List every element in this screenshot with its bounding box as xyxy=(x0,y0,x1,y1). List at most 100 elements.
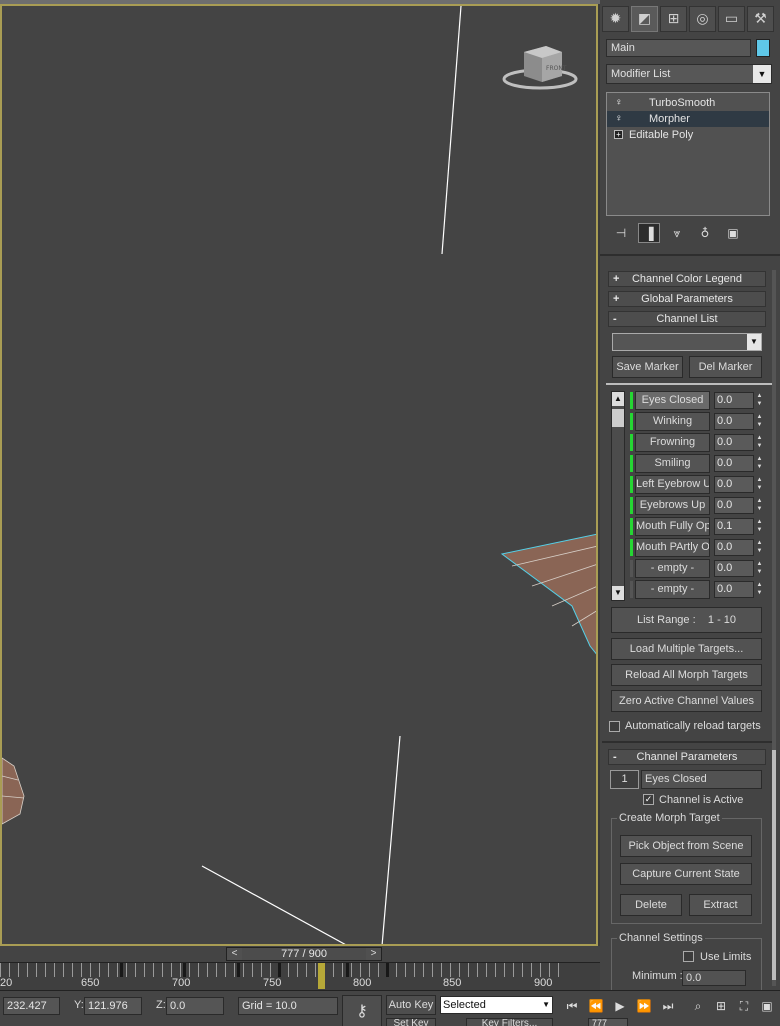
spinner-icon[interactable]: ▲ ▼ xyxy=(755,581,764,598)
del-marker-button[interactable]: Del Marker xyxy=(689,356,762,378)
channel-name-button[interactable]: - empty - xyxy=(635,559,710,578)
spinner-icon[interactable]: ▲ ▼ xyxy=(755,476,764,493)
prev-frame-button[interactable]: < xyxy=(227,948,242,960)
channel-value-field[interactable]: 0.0 xyxy=(714,455,754,472)
spinner-icon[interactable]: ▲ ▼ xyxy=(755,539,764,556)
channel-name-button[interactable]: Left Eyebrow Up xyxy=(635,475,710,494)
channel-name-button[interactable]: Mouth PArtly Open xyxy=(635,538,710,557)
pick-object-from-scene-button[interactable]: Pick Object from Scene xyxy=(620,835,752,857)
motion-tab[interactable]: ◎ xyxy=(689,6,716,32)
spinner-icon[interactable]: ▲ ▼ xyxy=(755,392,764,409)
perspective-viewport[interactable]: FRONT xyxy=(0,4,598,946)
show-end-result-icon[interactable]: ▐ xyxy=(638,223,660,243)
stack-item-morpher[interactable]: ♀ Morpher xyxy=(607,111,769,127)
set-key-button[interactable]: Set Key xyxy=(386,1018,436,1026)
rollout-channel-list[interactable]: - Channel List xyxy=(608,311,766,327)
configure-sets-icon[interactable]: ▣ xyxy=(722,223,744,243)
object-color-swatch[interactable] xyxy=(756,39,770,57)
channel-name-button[interactable]: Eyebrows Up xyxy=(635,496,710,515)
next-frame-button[interactable]: > xyxy=(366,948,381,960)
rollout-channel-color-legend[interactable]: + Channel Color Legend xyxy=(608,271,766,287)
use-limits-checkbox[interactable] xyxy=(683,951,694,962)
channel-list-scrollbar[interactable]: ▲ ▼ xyxy=(611,391,625,601)
lightbulb-icon[interactable]: ♀ xyxy=(615,97,624,109)
time-slider-frame[interactable]: 777 / 900 xyxy=(242,948,366,960)
zoom-extents-icon[interactable]: ⛶ xyxy=(734,997,754,1015)
keyframe-marker[interactable] xyxy=(120,963,123,977)
channel-value-field[interactable]: 0.0 xyxy=(714,413,754,430)
key-filters-button[interactable]: Key Filters... xyxy=(466,1018,553,1026)
create-tab[interactable]: ✹ xyxy=(602,6,629,32)
spinner-icon[interactable]: ▲ ▼ xyxy=(755,497,764,514)
track-bar[interactable]: 20 650 700 750 800 850 900 xyxy=(0,962,600,990)
time-slider[interactable]: < 777 / 900 > xyxy=(226,947,382,961)
marker-dropdown[interactable]: ▼ xyxy=(612,333,762,351)
previous-frame-icon[interactable]: ⏪ xyxy=(586,997,606,1015)
channel-name-button[interactable]: Eyes Closed xyxy=(635,391,710,410)
spinner-icon[interactable]: ▲ ▼ xyxy=(755,413,764,430)
channel-name-button[interactable]: Winking xyxy=(635,412,710,431)
keyframe-marker[interactable] xyxy=(278,963,281,977)
keyframe-marker[interactable] xyxy=(346,963,349,977)
scroll-down-icon[interactable]: ▼ xyxy=(612,586,624,600)
rollout-global-parameters[interactable]: + Global Parameters xyxy=(608,291,766,307)
channel-active-checkbox[interactable]: ✓ xyxy=(643,794,654,805)
load-multiple-targets-button[interactable]: Load Multiple Targets... xyxy=(611,638,762,660)
current-frame-marker[interactable] xyxy=(318,963,325,989)
make-unique-icon[interactable]: ⩔ xyxy=(666,223,688,243)
spinner-icon[interactable]: ▲ ▼ xyxy=(755,560,764,577)
modifier-list-dropdown[interactable]: Modifier List ▼ xyxy=(606,64,772,84)
keyframe-marker[interactable] xyxy=(237,963,240,977)
go-to-start-icon[interactable]: ⏮ xyxy=(562,997,582,1015)
set-key-mode-icon[interactable]: ⚷ xyxy=(342,995,382,1026)
channel-value-field[interactable]: 0.0 xyxy=(714,581,754,598)
spinner-icon[interactable]: ▲ ▼ xyxy=(755,455,764,472)
channel-name-button[interactable]: - empty - xyxy=(635,580,710,599)
next-frame-icon[interactable]: ⏩ xyxy=(634,997,654,1015)
channel-value-field[interactable]: 0.0 xyxy=(714,434,754,451)
scroll-up-icon[interactable]: ▲ xyxy=(612,392,624,406)
y-coordinate-field[interactable]: 121.976 xyxy=(84,997,142,1015)
rollout-channel-parameters[interactable]: - Channel Parameters xyxy=(608,749,766,765)
zoom-icon[interactable]: ⌕ xyxy=(688,997,708,1015)
x-coordinate-field[interactable]: 232.427 xyxy=(3,997,60,1015)
channel-value-field[interactable]: 0.0 xyxy=(714,392,754,409)
current-frame-field[interactable]: 777 xyxy=(588,1018,628,1026)
remove-modifier-icon[interactable]: ♁ xyxy=(694,223,716,243)
zoom-all-icon[interactable]: ⊞ xyxy=(711,997,731,1015)
play-icon[interactable]: ▶ xyxy=(610,997,630,1015)
auto-key-button[interactable]: Auto Key xyxy=(386,995,436,1015)
hierarchy-tab[interactable]: ⊞ xyxy=(660,6,687,32)
channel-value-field[interactable]: 0.0 xyxy=(714,497,754,514)
channel-name-button[interactable]: Frowning xyxy=(635,433,710,452)
stack-item-editable-poly[interactable]: + Editable Poly xyxy=(607,127,769,143)
reload-all-morph-targets-button[interactable]: Reload All Morph Targets xyxy=(611,664,762,686)
command-panel-scrollbar[interactable] xyxy=(772,270,776,986)
auto-reload-checkbox[interactable] xyxy=(609,721,620,732)
z-coordinate-field[interactable]: 0.0 xyxy=(166,997,224,1015)
object-name-field[interactable]: Main xyxy=(606,39,751,57)
pin-stack-icon[interactable]: ⊣ xyxy=(610,223,632,243)
channel-value-field[interactable]: 0.0 xyxy=(714,476,754,493)
expand-icon[interactable]: + xyxy=(614,130,623,139)
channel-name-button[interactable]: Mouth Fully Open xyxy=(635,517,710,536)
scroll-thumb[interactable] xyxy=(772,750,776,980)
delete-button[interactable]: Delete xyxy=(620,894,682,916)
display-tab[interactable]: ▭ xyxy=(718,6,745,32)
go-to-end-icon[interactable]: ⏭ xyxy=(658,997,678,1015)
keyframe-marker[interactable] xyxy=(386,963,389,977)
spinner-icon[interactable]: ▲ ▼ xyxy=(755,434,764,451)
channel-name-button[interactable]: Smiling xyxy=(635,454,710,473)
channel-value-field[interactable]: 0.0 xyxy=(714,539,754,556)
selection-set-dropdown[interactable]: Selected ▼ xyxy=(440,996,553,1014)
zero-active-channel-values-button[interactable]: Zero Active Channel Values xyxy=(611,690,762,712)
lightbulb-icon[interactable]: ♀ xyxy=(615,113,624,125)
minimum-field[interactable]: 0.0 xyxy=(682,970,746,986)
maximize-viewport-icon[interactable]: ▣ xyxy=(757,997,777,1015)
channel-value-field[interactable]: 0.0 xyxy=(714,560,754,577)
stack-item-turbosmooth[interactable]: ♀ TurboSmooth xyxy=(607,95,769,111)
utilities-tab[interactable]: ⚒ xyxy=(747,6,774,32)
channel-number-field[interactable]: 1 xyxy=(610,770,639,789)
extract-button[interactable]: Extract xyxy=(689,894,752,916)
capture-current-state-button[interactable]: Capture Current State xyxy=(620,863,752,885)
